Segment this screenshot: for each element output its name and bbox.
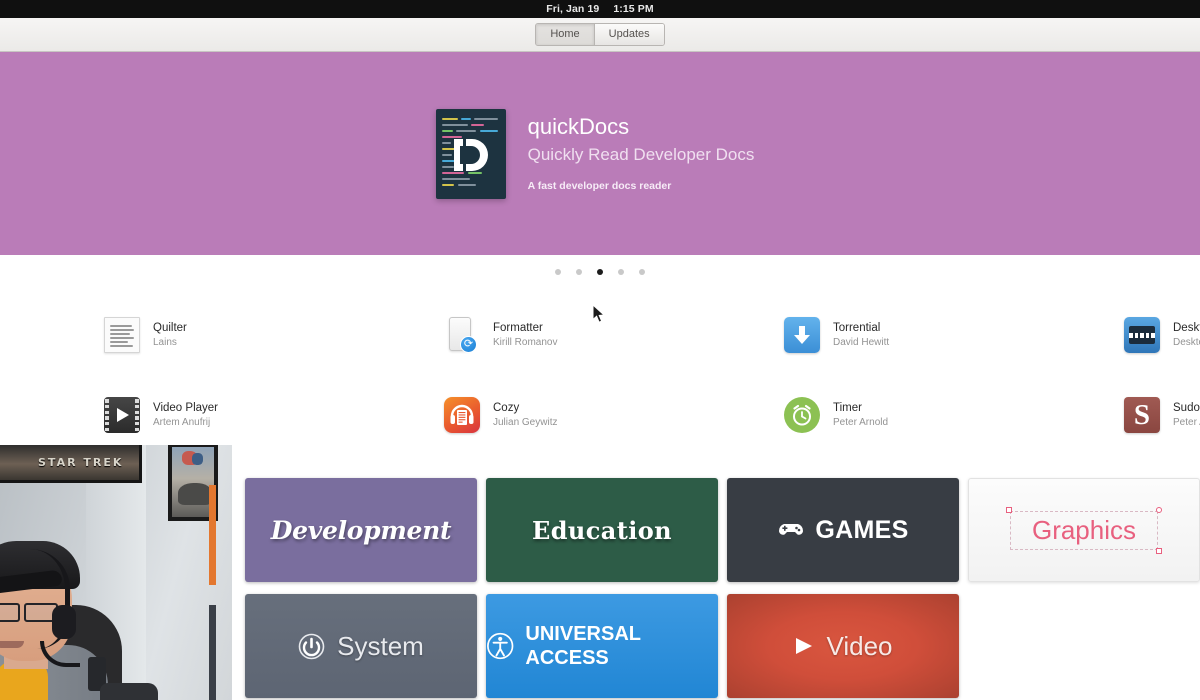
app-name: Cozy (493, 401, 520, 414)
app-author: DesktopF (1173, 336, 1200, 348)
quickdocs-app-icon (435, 108, 506, 199)
category-label: Graphics (1031, 514, 1137, 545)
app-item-video-player[interactable]: Video Player Artem Anufrij (104, 375, 444, 455)
category-development[interactable]: Development (245, 478, 477, 582)
category-universal-access[interactable]: UNIVERSAL ACCESS (486, 594, 718, 698)
category-cell: Graphics (968, 478, 1200, 594)
category-label: System (337, 630, 424, 661)
webcam-overlay[interactable]: STAR TREK (0, 445, 232, 700)
person-headset-earcup (52, 605, 76, 639)
category-label: UNIVERSAL ACCESS (525, 623, 641, 669)
mouse-cursor (592, 304, 606, 323)
selection-handles-icon: Graphics (1005, 506, 1163, 554)
desktopfolder-icon (1124, 317, 1160, 353)
app-name: Torrential (833, 321, 881, 334)
banner-app-subtitle: Quickly Read Developer Docs (527, 144, 755, 164)
carousel-dot-4[interactable] (618, 269, 624, 275)
timer-icon (784, 397, 820, 433)
carousel-dot-1[interactable] (555, 269, 561, 275)
carousel-dot-2[interactable] (576, 269, 582, 275)
app-author: Julian Geywitz (493, 416, 558, 428)
gamepad-icon (779, 524, 804, 535)
panel-time[interactable]: 1:15 PM (613, 3, 653, 15)
category-video[interactable]: Video (727, 594, 959, 698)
banner-app-title: quickDocs (527, 113, 630, 139)
play-triangle-icon (116, 408, 129, 422)
category-cell: System (245, 594, 486, 700)
app-name: Timer (833, 401, 862, 414)
category-cell: UNIVERSAL ACCESS (486, 594, 727, 700)
app-author: Artem Anufrij (153, 416, 211, 428)
sudoku-icon: S (1124, 397, 1160, 433)
accessibility-icon (487, 632, 514, 660)
tab-updates[interactable]: Updates (594, 24, 664, 45)
background-orange-edge (209, 485, 216, 585)
category-label: Development (270, 515, 452, 545)
tab-home[interactable]: Home (536, 24, 595, 45)
system-top-panel: Fri, Jan 19 1:15 PM (0, 0, 1200, 18)
app-item-timer[interactable]: Timer Peter Arnold (784, 375, 1124, 455)
category-cell: Education (486, 478, 727, 594)
app-name: Sudoku (1173, 401, 1200, 414)
app-author: David Hewitt (833, 336, 890, 348)
category-label: Video (826, 630, 893, 661)
app-headerbar: Home Updates (0, 18, 1200, 52)
category-graphics[interactable]: Graphics (968, 478, 1200, 582)
app-name: Formatter (493, 321, 543, 334)
app-item-desktopfolder[interactable]: Desktop DesktopF (1124, 295, 1200, 375)
app-author: Lains (153, 336, 177, 348)
category-cell: GAMES (727, 478, 968, 594)
app-item-cozy[interactable]: Cozy Julian Geywitz (444, 375, 784, 455)
video-player-icon (104, 397, 140, 433)
play-icon (796, 638, 813, 654)
category-label: Education (532, 515, 672, 545)
category-cell: Video (727, 594, 968, 700)
refresh-badge-icon: ⟳ (460, 336, 477, 353)
app-item-formatter[interactable]: ⟳ Formatter Kirill Romanov (444, 295, 784, 375)
power-icon (298, 633, 325, 659)
headphones-book-icon (450, 404, 474, 425)
view-switcher: Home Updates (535, 23, 665, 46)
carousel-dot-5[interactable] (639, 269, 645, 275)
category-cell: Development (245, 478, 486, 594)
desk-object (100, 683, 158, 700)
poster-title: STAR TREK (38, 456, 124, 469)
carousel-dot-3[interactable] (597, 269, 603, 275)
app-name: Desktop (1173, 321, 1200, 334)
category-system[interactable]: System (245, 594, 477, 698)
app-author: Peter Arn (1173, 416, 1200, 428)
featured-app-banner[interactable]: quickDocs Quickly Read Developer Docs A … (0, 52, 1200, 255)
cozy-icon (444, 397, 480, 433)
app-name: Quilter (153, 321, 187, 334)
app-item-quilter[interactable]: Quilter Lains (104, 295, 444, 375)
formatter-icon: ⟳ (444, 317, 480, 353)
banner-app-description: A fast developer docs reader (527, 179, 672, 192)
quilter-icon (104, 317, 140, 353)
category-label: GAMES (815, 515, 909, 544)
quickdocs-d-glyph (453, 138, 488, 171)
alarm-clock-icon (793, 404, 811, 426)
app-name: Video Player (153, 401, 218, 414)
person-mouth (0, 641, 24, 648)
app-author: Kirill Romanov (493, 336, 558, 348)
category-games[interactable]: GAMES (727, 478, 959, 582)
background-dark-edge (209, 605, 216, 700)
app-item-torrential[interactable]: Torrential David Hewitt (784, 295, 1124, 375)
torrential-icon (784, 317, 820, 353)
carousel-dots (0, 255, 1200, 289)
category-education[interactable]: Education (486, 478, 718, 582)
app-item-sudoku[interactable]: S Sudoku Peter Arn (1124, 375, 1200, 455)
app-author: Peter Arnold (833, 416, 889, 428)
download-arrow-icon (794, 326, 810, 344)
panel-date[interactable]: Fri, Jan 19 (546, 3, 599, 15)
